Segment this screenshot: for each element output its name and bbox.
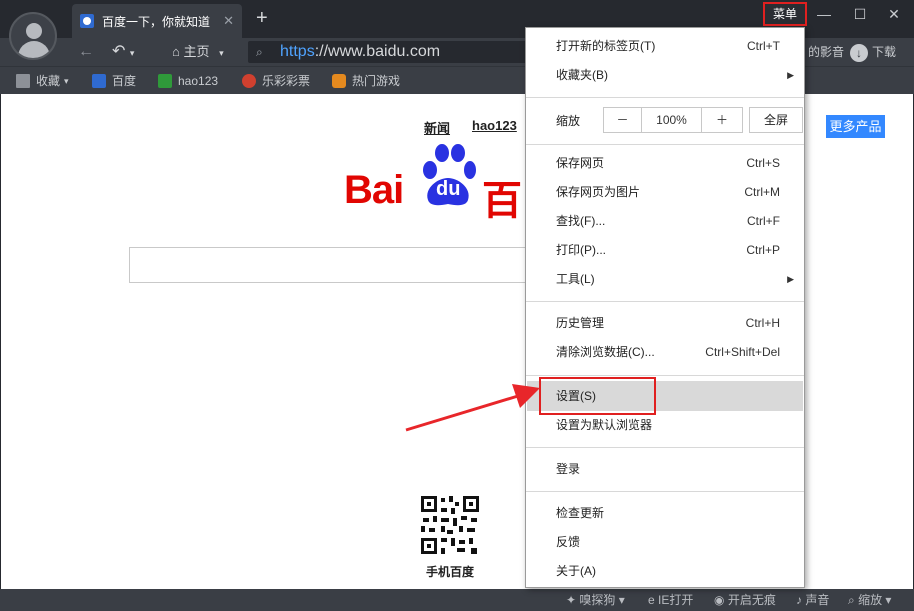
menu-item-clear-data[interactable]: 清除浏览数据(C)... Ctrl+Shift+Del [526, 338, 804, 367]
game-icon [332, 74, 346, 88]
bookmark-baidu[interactable]: 百度 [92, 72, 136, 90]
maximize-button[interactable]: ☐ [846, 4, 874, 24]
zoom-row: 缩放 － 100% ＋ 全屏 [526, 104, 804, 138]
more-products-button[interactable]: 更多产品 [826, 115, 885, 138]
status-bar: ✦ 嗅探狗 ▾ e IE打开 ◉ 开启无痕 ♪ 声音 ⌕ 缩放 ▾ [0, 589, 914, 611]
eye-icon: ◉ [714, 593, 728, 607]
close-window-button[interactable]: ✕ [880, 4, 908, 24]
baidu-paw-icon [80, 14, 94, 28]
news-link[interactable]: 新闻 [424, 118, 450, 137]
menu-item-about[interactable]: 关于(A) [526, 557, 804, 586]
bookmark-lottery[interactable]: 乐彩彩票 [242, 72, 310, 90]
menu-item-print[interactable]: 打印(P)... Ctrl+P [526, 236, 804, 265]
menu-item-favorites[interactable]: 收藏夹(B) ▶ [526, 61, 804, 90]
dog-icon: ✦ [566, 593, 580, 607]
annotation-arrow-icon [405, 384, 540, 432]
bookmark-games[interactable]: 热门游戏 [332, 72, 400, 90]
zoom-control: － 100% ＋ [603, 107, 743, 133]
menu-button[interactable]: 菜单 [763, 2, 807, 26]
home-label: 主页 [183, 44, 210, 59]
menu-item-save-as-image[interactable]: 保存网页为图片 Ctrl+M [526, 178, 804, 207]
tab-baidu[interactable]: 百度一下，你就知道 ✕ [72, 4, 242, 38]
incognito-button[interactable]: ◉ 开启无痕 [714, 592, 776, 608]
ie-icon: e [648, 593, 659, 607]
search-icon: ⌕ [256, 45, 263, 59]
zoom-value: 100% [642, 108, 702, 132]
menu-item-login[interactable]: 登录 [526, 455, 804, 484]
menu-item-tools[interactable]: 工具(L) ▶ [526, 265, 804, 294]
bookmark-hao123[interactable]: hao123 [158, 72, 218, 90]
hao123-link[interactable]: hao123 [472, 118, 517, 133]
menu-item-save-page[interactable]: 保存网页 Ctrl+S [526, 149, 804, 178]
chevron-down-icon: ▾ [219, 48, 224, 58]
user-avatar[interactable] [9, 12, 57, 60]
sound-button[interactable]: ♪ 声音 [796, 592, 829, 608]
download-button[interactable]: ↓ 下载 [850, 40, 896, 64]
menu-item-feedback[interactable]: 反馈 [526, 528, 804, 557]
menu-item-history[interactable]: 历史管理 Ctrl+H [526, 309, 804, 338]
ie-open-button[interactable]: e IE打开 [648, 592, 693, 608]
settings-annotation-box [539, 377, 656, 415]
home-icon: ⌂ [172, 44, 180, 59]
speaker-icon: ♪ [796, 593, 806, 607]
download-icon: ↓ [850, 43, 868, 62]
qr-code [419, 494, 481, 556]
qr-label: 手机百度 [425, 565, 474, 579]
menu-item-new-tab[interactable]: 打开新的标签页(T) Ctrl+T [526, 32, 804, 61]
back-arrow-icon[interactable]: ← [78, 40, 94, 64]
lottery-icon [242, 74, 256, 88]
media-label[interactable]: 的影音 [808, 40, 844, 64]
main-menu: 打开新的标签页(T) Ctrl+T 收藏夹(B) ▶ 缩放 － 100% ＋ 全屏 … [525, 27, 805, 588]
zoom-icon: ⌕ [848, 593, 859, 607]
submenu-arrow-icon: ▶ [787, 70, 794, 80]
bookmark-favorites[interactable]: 收藏 ▾ [16, 72, 69, 90]
zoom-out-button[interactable]: － [604, 108, 642, 132]
address-bar[interactable]: ⌕ https://www.baidu.com [248, 41, 538, 63]
baidu-paw-icon [92, 74, 106, 88]
menu-item-check-update[interactable]: 检查更新 [526, 499, 804, 528]
tab-title: 百度一下，你就知道 [102, 14, 211, 29]
sniffer-button[interactable]: ✦ 嗅探狗 ▾ [566, 592, 625, 608]
new-tab-button[interactable]: + [256, 6, 268, 30]
fullscreen-button[interactable]: 全屏 [749, 107, 803, 133]
baidu-logo: Bai du 百 [344, 140, 544, 223]
url-text: https://www.baidu.com [280, 43, 441, 60]
star-icon [16, 74, 30, 88]
zoom-in-button[interactable]: ＋ [702, 108, 742, 132]
menu-item-set-default[interactable]: 设置为默认浏览器 [526, 411, 804, 440]
home-button[interactable]: ⌂ 主页 ▾ [172, 40, 224, 64]
zoom-status-button[interactable]: ⌕ 缩放 ▾ [848, 592, 891, 608]
menu-item-find[interactable]: 查找(F)... Ctrl+F [526, 207, 804, 236]
tab-close-icon[interactable]: ✕ [223, 13, 234, 29]
zoom-label: 缩放 [556, 114, 581, 128]
undo-icon[interactable]: ↶ ▾ [112, 40, 134, 64]
submenu-arrow-icon: ▶ [787, 274, 794, 284]
minimize-button[interactable]: — [810, 4, 838, 24]
search-input[interactable] [129, 247, 529, 283]
hao123-icon [158, 74, 172, 88]
